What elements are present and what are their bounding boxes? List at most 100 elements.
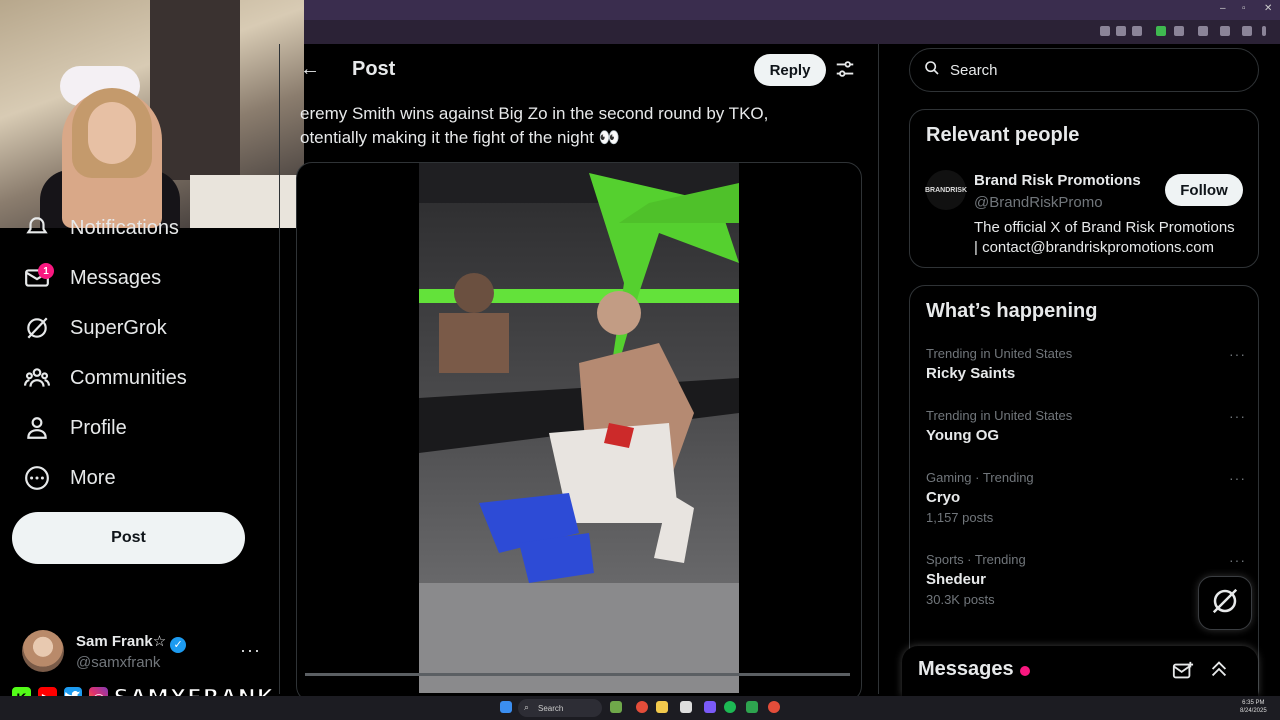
- clock-time: 6:35 PM: [1242, 700, 1265, 706]
- post-text: eremy Smith wins against Big Zo in the s…: [300, 102, 860, 150]
- nav-item-more[interactable]: More: [24, 460, 116, 496]
- browser-titlebar: – ▫ ✕: [304, 0, 1280, 20]
- more-circle-icon: [24, 465, 50, 491]
- streamer-webcam: [0, 0, 304, 228]
- bookmark-star-icon[interactable]: [1132, 26, 1142, 36]
- browser-menu-icon[interactable]: [1262, 26, 1266, 36]
- trend-meta: Gaming · Trending: [926, 470, 1034, 485]
- bio-line: | contact@brandriskpromotions.com: [974, 239, 1215, 256]
- messages-drawer[interactable]: Messages: [902, 646, 1258, 696]
- relevant-people-panel: Relevant people BRANDRISK Brand Risk Pro…: [909, 109, 1259, 268]
- trend-more-icon[interactable]: ···: [1229, 470, 1246, 486]
- trend-name: Cryo: [926, 489, 961, 506]
- trend-item[interactable]: Gaming · Trending Cryo 1,157 posts ···: [926, 470, 1246, 525]
- browser-icon[interactable]: [768, 701, 780, 713]
- taskbar-search-label: Search: [538, 703, 564, 713]
- nav-item-communities[interactable]: Communities: [24, 360, 187, 396]
- browser-toolbar: [304, 20, 1280, 44]
- nav-item-profile[interactable]: Profile: [24, 410, 127, 446]
- zoom-icon[interactable]: [1116, 26, 1126, 36]
- whats-happening-panel: What’s happening Trending in United Stat…: [909, 285, 1259, 705]
- trend-name: Young OG: [926, 427, 1000, 444]
- right-divider: [878, 44, 879, 694]
- left-divider: [279, 44, 280, 694]
- sidebar-icon[interactable]: [1198, 26, 1208, 36]
- trend-more-icon[interactable]: ···: [1229, 346, 1246, 362]
- person-icon: [24, 415, 50, 441]
- mail-icon: 1: [24, 263, 54, 291]
- trend-name: Ricky Saints: [926, 365, 1016, 382]
- nav-item-supergrok[interactable]: SuperGrok: [24, 310, 167, 346]
- extensions-puzzle-icon[interactable]: [1174, 26, 1184, 36]
- nav-label: Notifications: [70, 216, 179, 239]
- back-arrow-icon[interactable]: ←: [300, 58, 320, 81]
- bio-line: The official X of Brand Risk Promotions: [974, 219, 1235, 236]
- account-name-text: Sam Frank☆: [76, 633, 167, 650]
- profile-bio: The official X of Brand Risk Promotions …: [974, 218, 1235, 258]
- follow-button[interactable]: Follow: [1165, 174, 1243, 206]
- clock-date: 8/24/2025: [1240, 708, 1267, 714]
- close-icon[interactable]: ✕: [1264, 3, 1272, 14]
- profile-handle: @BrandRiskPromo: [974, 194, 1103, 211]
- search-input[interactable]: Search: [909, 48, 1259, 92]
- minimize-icon[interactable]: –: [1220, 3, 1226, 14]
- nav-label: Messages: [70, 266, 162, 289]
- verified-badge-icon: ✓: [170, 637, 187, 653]
- post-text-line: eremy Smith wins against Big Zo in the s…: [300, 104, 769, 123]
- profile-icon[interactable]: [1242, 26, 1252, 36]
- os-taskbar: ⌕ Search 6:35 PM 8/24/2025: [0, 696, 1280, 720]
- new-message-icon[interactable]: [1172, 660, 1194, 687]
- unread-dot: [1020, 666, 1030, 676]
- panel-title: Relevant people: [926, 124, 1080, 146]
- video-progress-bar[interactable]: [305, 673, 850, 676]
- post-text-line: otentially making it the fight of the ni…: [300, 128, 620, 147]
- notes-icon[interactable]: [680, 701, 692, 713]
- search-placeholder: Search: [950, 61, 998, 79]
- taskbar-clock[interactable]: 6:35 PM 8/24/2025: [1240, 699, 1267, 715]
- taskbar-search[interactable]: ⌕ Search: [518, 699, 602, 717]
- bell-icon: [24, 215, 50, 241]
- trend-item[interactable]: Trending in United States Young OG ···: [926, 408, 1246, 444]
- trend-item[interactable]: Trending in United States Ricky Saints ·…: [926, 346, 1246, 382]
- nav-label: More: [70, 466, 116, 489]
- trend-meta: Trending in United States: [926, 408, 1073, 423]
- trend-meta: Sports · Trending: [926, 552, 1026, 567]
- app-icon[interactable]: [746, 701, 758, 713]
- nav-label: Communities: [70, 366, 187, 389]
- trend-more-icon[interactable]: ···: [1229, 552, 1246, 568]
- screenshot-icon[interactable]: [1100, 26, 1110, 36]
- messages-drawer-title: Messages: [918, 658, 1014, 680]
- post-video[interactable]: [419, 163, 739, 693]
- nav-item-notifications[interactable]: Notifications: [24, 210, 179, 246]
- widget-icon[interactable]: [610, 701, 622, 713]
- page-title: Post: [352, 58, 396, 80]
- chrome-icon[interactable]: [636, 701, 648, 713]
- account-switcher[interactable]: Sam Frank☆ ✓ @samxfrank ···: [22, 630, 272, 672]
- notification-badge: 1: [38, 263, 54, 279]
- expand-chevrons-icon[interactable]: [1208, 658, 1230, 685]
- spotify-icon[interactable]: [724, 701, 736, 713]
- extension-icon[interactable]: [1156, 26, 1166, 36]
- communities-icon: [24, 365, 50, 391]
- avatar[interactable]: BRANDRISK: [925, 170, 967, 210]
- nav-label: Profile: [70, 416, 127, 439]
- maximize-icon[interactable]: ▫: [1242, 3, 1246, 14]
- reply-button[interactable]: Reply: [754, 54, 826, 86]
- nav-item-messages[interactable]: 1 Messages: [24, 260, 161, 296]
- file-explorer-icon[interactable]: [656, 701, 668, 713]
- discord-icon[interactable]: [704, 701, 716, 713]
- filter-settings-icon[interactable]: [834, 58, 856, 80]
- account-name: Sam Frank☆ ✓: [76, 632, 187, 653]
- avatar: [22, 630, 64, 672]
- trend-more-icon[interactable]: ···: [1229, 408, 1246, 424]
- nav-label: SuperGrok: [70, 316, 167, 339]
- account-more-icon[interactable]: ···: [240, 640, 261, 661]
- profile-name[interactable]: Brand Risk Promotions: [974, 172, 1141, 189]
- grok-button[interactable]: [1198, 576, 1252, 630]
- start-icon[interactable]: [500, 701, 512, 713]
- post-button[interactable]: Post: [12, 512, 245, 564]
- trend-count: 1,157 posts: [926, 510, 994, 525]
- search-icon: ⌕: [524, 702, 530, 712]
- trend-meta: Trending in United States: [926, 346, 1073, 361]
- download-icon[interactable]: [1220, 26, 1230, 36]
